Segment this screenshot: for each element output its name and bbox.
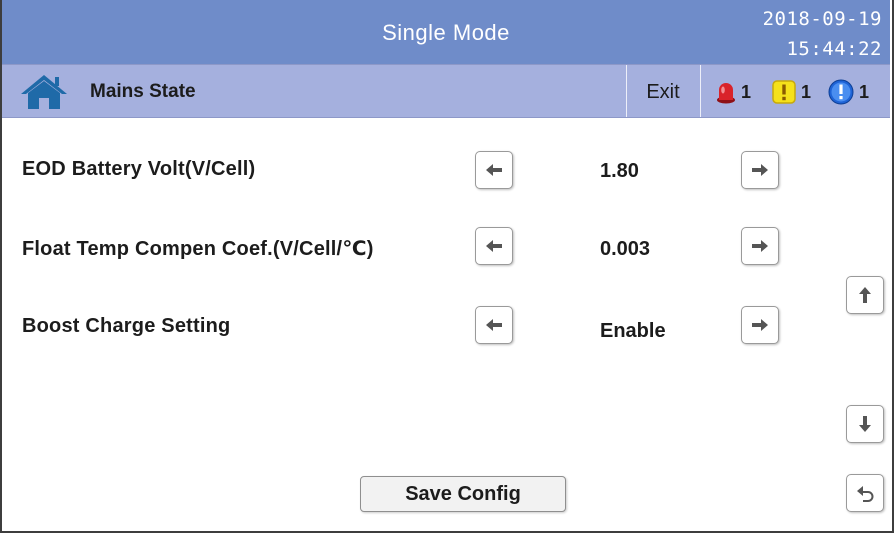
- info-alarm-icon: [828, 79, 854, 105]
- warning-alarm-indicator[interactable]: 1: [772, 79, 811, 105]
- float-temp-compen-label: Float Temp Compen Coef.(V/Cell/℃): [22, 238, 374, 260]
- return-icon: [857, 486, 874, 502]
- float-temp-compen-decrease-button[interactable]: [475, 227, 513, 265]
- critical-alarm-icon: [717, 83, 735, 104]
- arrow-left-icon: [486, 240, 502, 252]
- critical-alarm-indicator[interactable]: 1: [716, 79, 751, 105]
- warning-alarm-count: 1: [801, 81, 812, 102]
- eod-battery-volt-decrease-button[interactable]: [475, 151, 513, 189]
- boost-charge-setting-label: Boost Charge Setting: [22, 315, 231, 337]
- back-button[interactable]: [846, 474, 884, 512]
- time-display: 15:44:22: [786, 38, 882, 60]
- eod-battery-volt-label: EOD Battery Volt(V/Cell): [22, 158, 256, 180]
- warning-alarm-icon: [772, 80, 796, 104]
- arrow-right-icon: [752, 240, 768, 252]
- arrow-left-icon: [486, 319, 502, 331]
- mains-state-label: Mains State: [90, 81, 196, 102]
- datetime: 2018-09-19 15:44:22: [763, 4, 882, 64]
- boost-charge-setting-value: Enable: [600, 320, 666, 342]
- info-alarm-indicator[interactable]: 1: [828, 79, 869, 105]
- info-alarm-count: 1: [859, 81, 870, 102]
- arrow-up-icon: [859, 287, 871, 303]
- status-bar: Mains State Exit 1 1 1: [2, 64, 890, 118]
- arrow-left-icon: [486, 164, 502, 176]
- scroll-up-button[interactable]: [846, 276, 884, 314]
- arrow-right-icon: [752, 319, 768, 331]
- boost-charge-setting-decrease-button[interactable]: [475, 306, 513, 344]
- float-temp-compen-value: 0.003: [600, 238, 651, 260]
- divider: [700, 65, 701, 117]
- eod-battery-volt-value: 1.80: [600, 160, 639, 182]
- home-icon[interactable]: [20, 74, 68, 110]
- date-display: 2018-09-19: [762, 8, 882, 30]
- eod-battery-volt-increase-button[interactable]: [741, 151, 779, 189]
- arrow-right-icon: [752, 164, 768, 176]
- save-config-button[interactable]: Save Config: [360, 476, 566, 512]
- critical-alarm-count: 1: [741, 81, 752, 102]
- exit-button[interactable]: Exit: [626, 65, 700, 117]
- boost-charge-setting-increase-button[interactable]: [741, 306, 779, 344]
- scroll-down-button[interactable]: [846, 405, 884, 443]
- page-title: Single Mode: [382, 20, 510, 45]
- title-bar: Single Mode 2018-09-19 15:44:22: [2, 0, 890, 64]
- arrow-down-icon: [859, 416, 871, 432]
- float-temp-compen-increase-button[interactable]: [741, 227, 779, 265]
